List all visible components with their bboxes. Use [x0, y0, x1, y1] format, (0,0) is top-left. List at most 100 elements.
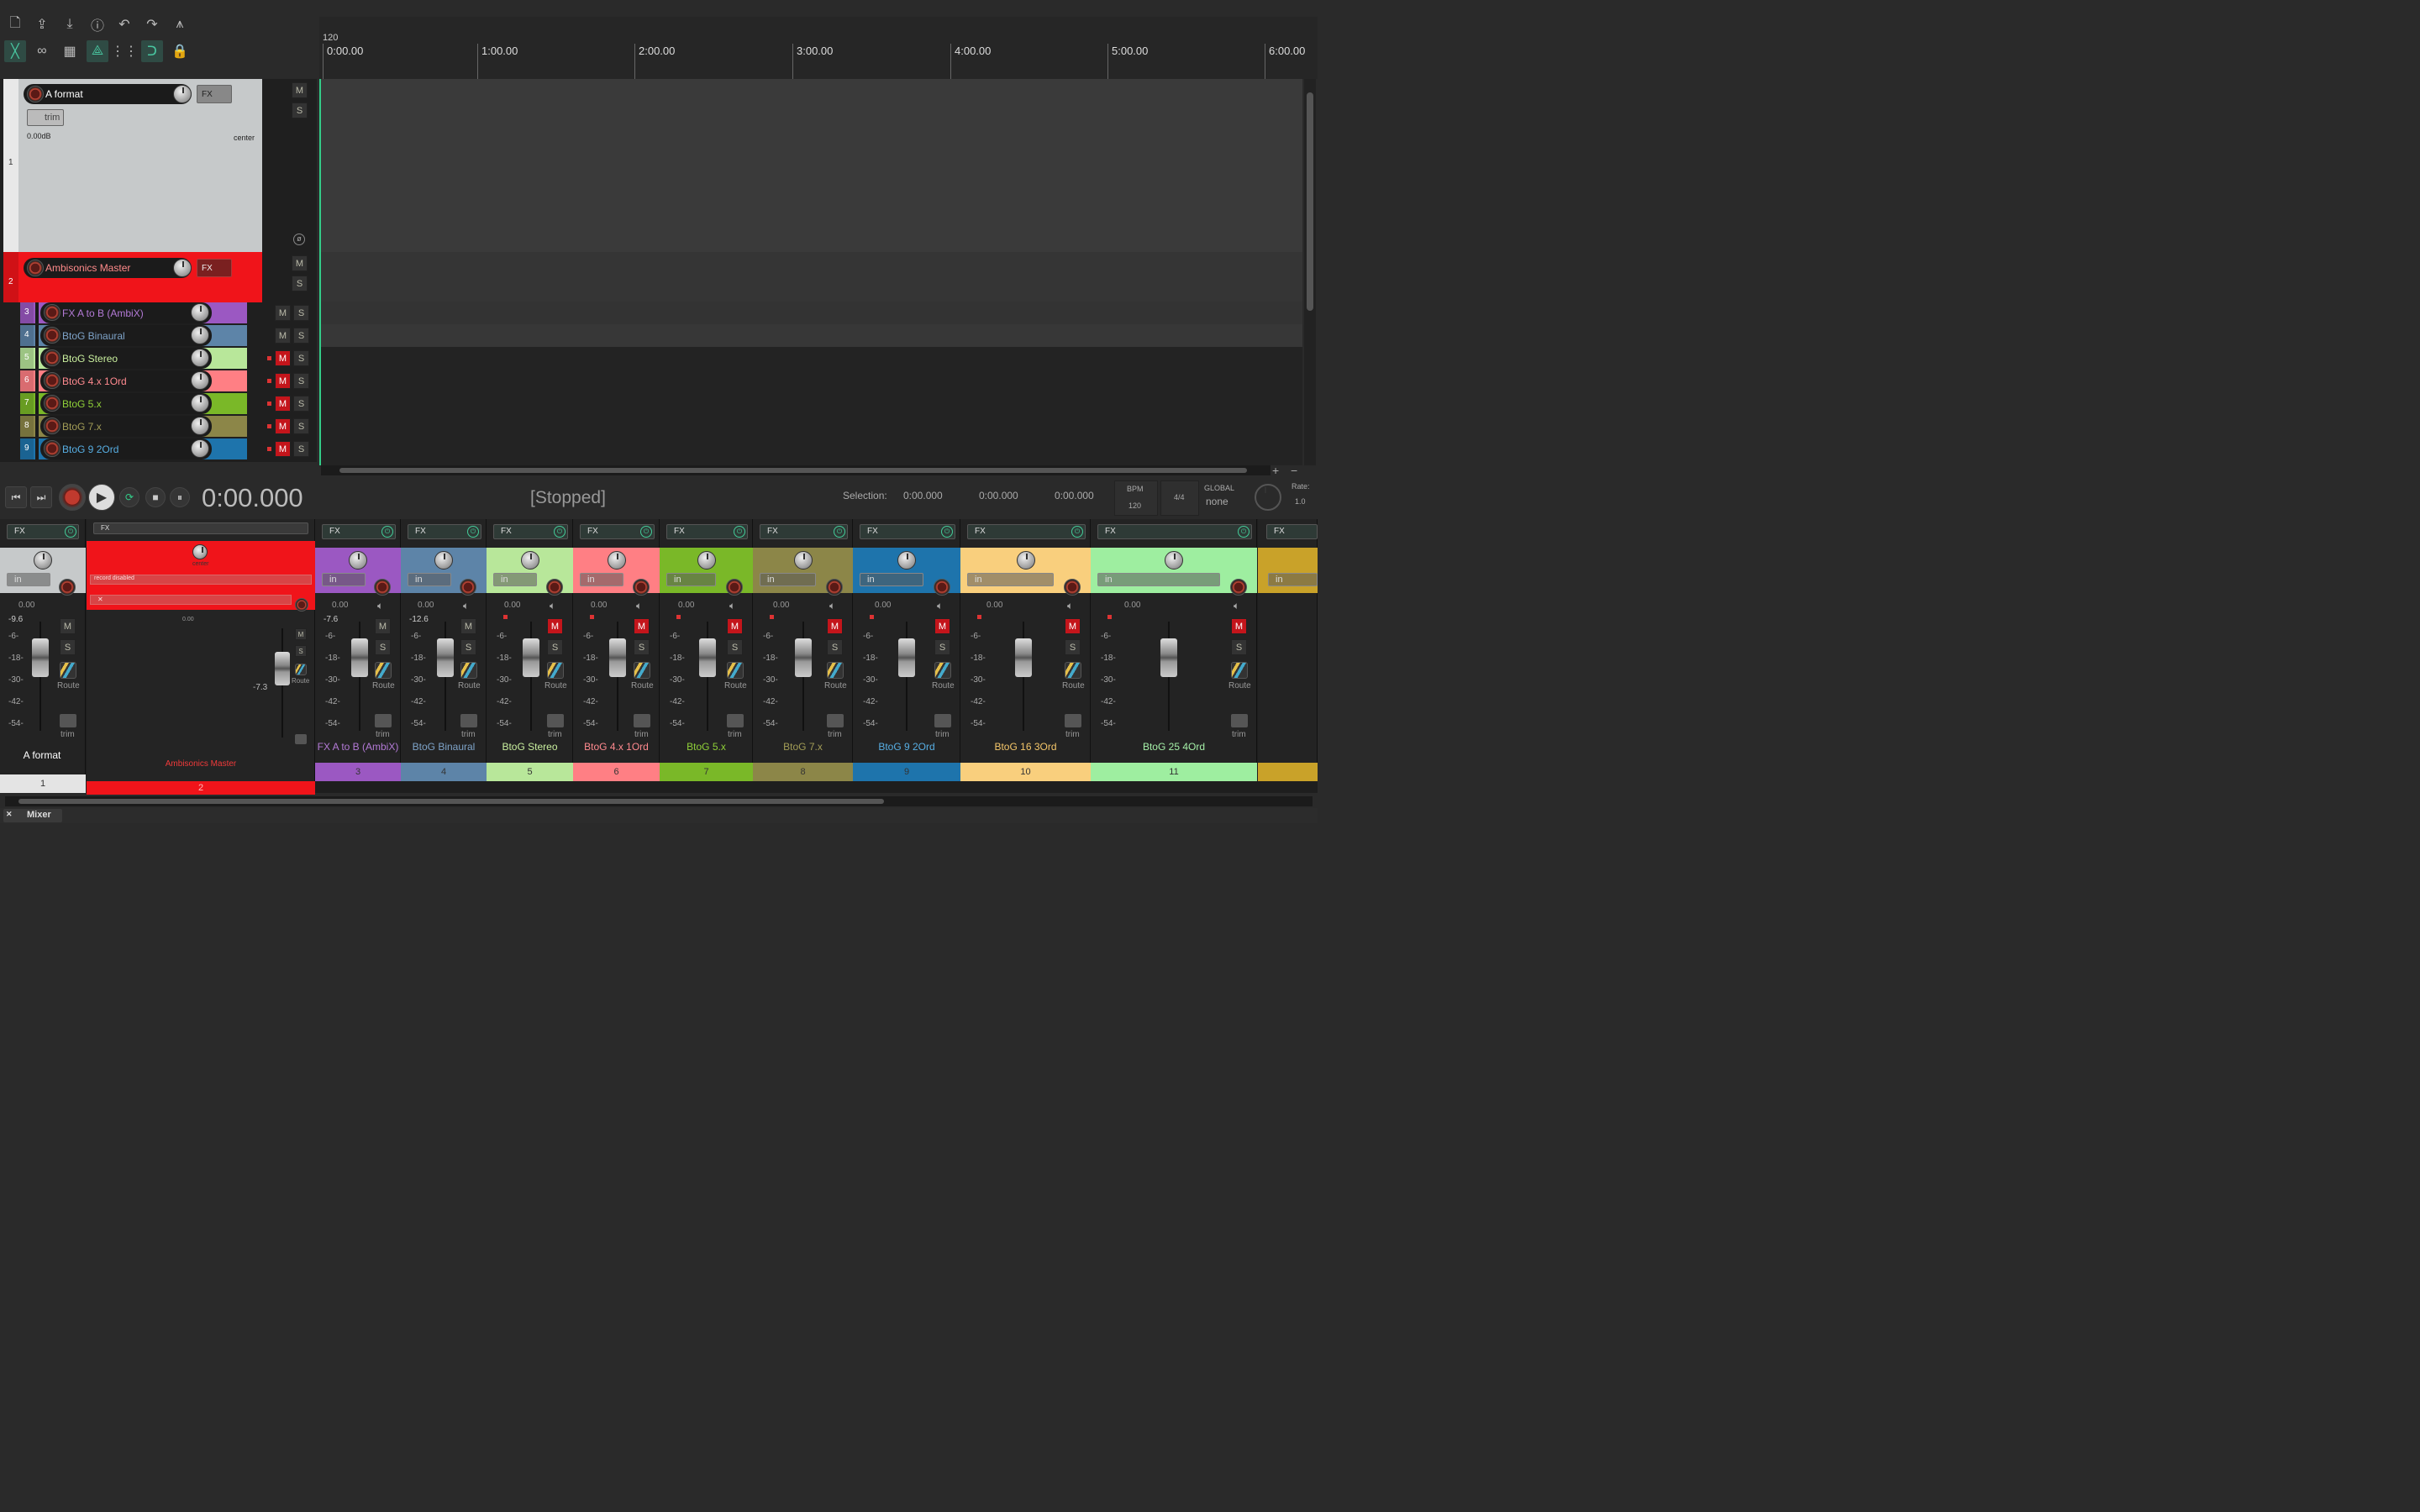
mixer-strip[interactable]: FX ⏻ in 0.00 🔈︎ -7.6 -6- -18- -30- -42- -…	[315, 519, 401, 781]
trim-icon[interactable]	[547, 714, 564, 727]
vertical-scrollbar[interactable]	[1304, 79, 1316, 465]
mute-button[interactable]: M	[275, 396, 291, 412]
volume-knob[interactable]	[191, 326, 209, 344]
strip-name[interactable]: BtoG 25 4Ord	[1091, 741, 1257, 753]
track-name[interactable]: FX A to B (AmbiX)	[40, 302, 212, 323]
solo-button[interactable]: S	[293, 441, 309, 457]
pan-knob[interactable]	[608, 551, 626, 570]
open-project-icon[interactable]: ⇪	[31, 13, 53, 35]
record-arm-button[interactable]	[59, 579, 76, 596]
pan-knob[interactable]	[697, 551, 716, 570]
solo-button[interactable]: S	[292, 102, 308, 118]
input-select[interactable]: in	[408, 573, 451, 586]
mute-button[interactable]: M	[1231, 618, 1247, 634]
input-select[interactable]: in	[666, 573, 716, 586]
route-icon[interactable]	[1065, 662, 1081, 679]
mixer-strip-a-format[interactable]: FX ⏻ in 0.00 -9.6 -6- -18- -30- -42- -54-…	[0, 519, 86, 793]
volume-fader[interactable]	[351, 638, 368, 677]
mixer-strip[interactable]: FX ⏻ in 0.00 🔈︎ -6- -18- -30- -42- -54- M…	[853, 519, 960, 781]
mute-button[interactable]: M	[275, 418, 291, 434]
volume-fader[interactable]	[795, 638, 812, 677]
project-info-icon[interactable]: ⓘ	[87, 13, 108, 35]
solo-button[interactable]: S	[293, 396, 309, 412]
mute-button[interactable]: M	[275, 328, 291, 344]
fx-slot[interactable]: FX ⏻	[860, 524, 955, 539]
track-name[interactable]: A format	[24, 84, 192, 104]
track-name[interactable]: BtoG Stereo	[40, 348, 212, 369]
volume-fader[interactable]	[32, 638, 49, 677]
volume-fader[interactable]	[437, 638, 454, 677]
trim-icon[interactable]	[60, 714, 76, 727]
trim-icon[interactable]	[375, 714, 392, 727]
track-row[interactable]: 5 BtoG Stereo	[20, 348, 247, 369]
mute-button[interactable]: M	[727, 618, 743, 634]
fx-button[interactable]: FX	[197, 85, 232, 103]
route-icon[interactable]	[727, 662, 744, 679]
mute-button[interactable]: M	[292, 82, 308, 98]
mute-button[interactable]: M	[634, 618, 650, 634]
track-name[interactable]: BtoG Binaural	[40, 325, 212, 346]
solo-button[interactable]: S	[934, 639, 950, 655]
stop-button[interactable]: ■	[145, 487, 166, 507]
track-name[interactable]: BtoG 9 2Ord	[40, 438, 212, 459]
track-row[interactable]: 9 BtoG 9 2Ord	[20, 438, 247, 459]
mixer-strip[interactable]: FX ⏻ in 0.00 🔈︎ -12.6 -6- -18- -30- -42- …	[401, 519, 487, 781]
solo-button[interactable]: S	[375, 639, 391, 655]
fx-slot[interactable]: FX ⏻	[7, 524, 79, 539]
mixer-strip-partial[interactable]: FX in	[1258, 519, 1318, 781]
route-icon[interactable]	[295, 664, 307, 675]
mixer-strip[interactable]: FX ⏻ in 0.00 🔈︎ -6- -18- -30- -42- -54- M…	[960, 519, 1091, 781]
arrange-view[interactable]	[319, 79, 1302, 465]
mute-button[interactable]: M	[460, 618, 476, 634]
volume-fader[interactable]	[1015, 638, 1032, 677]
mute-button[interactable]: M	[292, 255, 308, 271]
pan-knob[interactable]	[434, 551, 453, 570]
pause-button[interactable]: ⏸	[170, 487, 190, 507]
route-icon[interactable]	[375, 662, 392, 679]
fx-power-icon[interactable]: ⏻	[941, 526, 953, 538]
volume-knob[interactable]	[191, 371, 209, 390]
route-icon[interactable]	[547, 662, 564, 679]
volume-knob[interactable]	[191, 303, 209, 322]
speaker-icon[interactable]: 🔈︎	[937, 600, 943, 612]
mixer-strip[interactable]: FX ⏻ in 0.00 🔈︎ -6- -18- -30- -42- -54- M…	[753, 519, 853, 781]
speaker-icon[interactable]: 🔈︎	[463, 600, 469, 612]
track-row[interactable]: 7 BtoG 5.x	[20, 393, 247, 414]
input-select[interactable]: ✕	[90, 595, 292, 605]
envelope-link-icon[interactable]: ⟁	[87, 40, 108, 62]
grid-lines-icon[interactable]: ⋮⋮	[111, 40, 138, 62]
volume-knob[interactable]	[191, 439, 209, 458]
mute-button[interactable]: M	[60, 618, 76, 634]
play-button[interactable]: ▶	[88, 484, 115, 511]
trim-icon[interactable]	[634, 714, 650, 727]
mute-button[interactable]: M	[1065, 618, 1081, 634]
pan-knob[interactable]	[34, 551, 52, 570]
lock-icon[interactable]: 🔒	[169, 40, 191, 62]
record-arm-button[interactable]	[44, 440, 60, 457]
solo-button[interactable]: S	[460, 639, 476, 655]
input-select[interactable]: in	[580, 573, 623, 586]
volume-knob[interactable]	[173, 85, 192, 103]
strip-name[interactable]: BtoG 16 3Ord	[960, 741, 1091, 753]
solo-button[interactable]: S	[60, 639, 76, 655]
record-arm-button[interactable]	[1064, 579, 1081, 596]
record-arm-button[interactable]	[826, 579, 843, 596]
fx-button[interactable]: FX	[197, 259, 232, 277]
mixer-scrollbar[interactable]	[5, 796, 1313, 806]
track-1-panel[interactable]: 1 A format FX trim 0.00dB center	[3, 79, 262, 252]
save-project-icon[interactable]: ⤓	[59, 13, 81, 35]
track-row[interactable]: 8 BtoG 7.x	[20, 416, 247, 437]
speaker-icon[interactable]: 🔈︎	[636, 600, 642, 612]
speaker-icon[interactable]: 🔈︎	[729, 600, 735, 612]
mute-button[interactable]: M	[275, 305, 291, 321]
solo-button[interactable]: S	[295, 645, 307, 657]
fx-slot[interactable]: FX ⏻	[1097, 524, 1252, 539]
record-arm-button[interactable]	[934, 579, 950, 596]
selection-start[interactable]: 0:00.000	[903, 490, 943, 501]
record-arm-button[interactable]	[374, 579, 391, 596]
strip-name[interactable]: BtoG 9 2Ord	[853, 741, 960, 753]
trim-icon[interactable]	[460, 714, 477, 727]
fx-slot[interactable]: FX ⏻	[408, 524, 481, 539]
solo-button[interactable]: S	[547, 639, 563, 655]
route-icon[interactable]	[934, 662, 951, 679]
